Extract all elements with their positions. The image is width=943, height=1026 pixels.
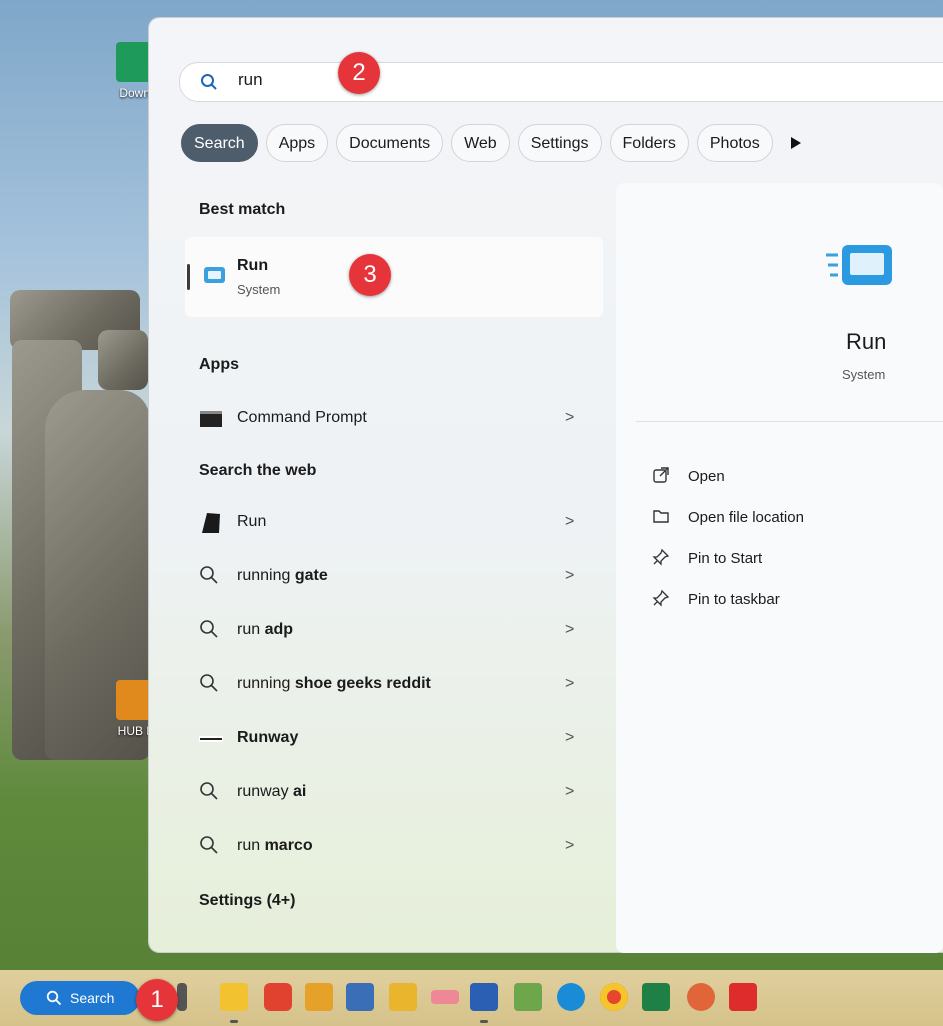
edge-icon[interactable] xyxy=(557,983,585,1011)
chip-folders[interactable]: Folders xyxy=(609,124,689,162)
word-icon[interactable] xyxy=(470,983,498,1011)
chip-apps[interactable]: Apps xyxy=(265,124,329,162)
chevron-right-icon: > xyxy=(565,513,575,530)
keyboard-app-icon[interactable] xyxy=(431,990,459,1004)
play-arrow-icon xyxy=(790,137,801,149)
search-icon xyxy=(199,781,223,805)
task-view-icon[interactable] xyxy=(177,983,187,1011)
detail-pane: Run System Open Open file location Pin t… xyxy=(616,183,943,953)
search-web-heading: Search the web xyxy=(199,462,317,479)
detail-subtitle: System xyxy=(842,367,886,382)
chevron-right-icon: > xyxy=(565,783,575,800)
stone-top xyxy=(98,330,148,390)
settings-heading[interactable]: Settings (4+) xyxy=(199,892,295,910)
red-app-icon[interactable] xyxy=(729,983,757,1011)
step-badge-2: 2 xyxy=(338,52,380,94)
chip-search[interactable]: Search xyxy=(181,124,258,162)
apps-heading: Apps xyxy=(199,356,239,373)
action-label: Open xyxy=(688,468,725,485)
detail-title: Run xyxy=(846,329,887,354)
chevron-right-icon: > xyxy=(565,675,575,692)
chevron-right-icon: > xyxy=(565,621,575,638)
search-icon xyxy=(199,673,223,697)
chip-web[interactable]: Web xyxy=(451,124,510,162)
run-app-icon xyxy=(201,265,227,292)
step-badge-3: 3 xyxy=(349,254,391,296)
library-app-icon[interactable] xyxy=(346,983,374,1011)
web-item-label: Runway xyxy=(237,729,299,746)
folder-icon xyxy=(652,507,670,529)
run-large-icon xyxy=(826,241,898,296)
search-icon xyxy=(46,990,62,1011)
file-explorer-icon[interactable] xyxy=(220,983,248,1011)
open-external-icon xyxy=(652,466,670,488)
desktop-icon-label: Downl xyxy=(119,86,153,100)
best-match-heading: Best match xyxy=(199,201,286,218)
action-label: Open file location xyxy=(688,509,804,526)
filter-chips: Search Apps Documents Web Settings Folde… xyxy=(181,124,811,162)
excel-icon[interactable] xyxy=(642,983,670,1011)
web-item-run-marco[interactable]: run marco > xyxy=(185,825,605,869)
chrome-icon[interactable] xyxy=(600,983,628,1011)
best-match-title: Run xyxy=(237,257,269,274)
chip-settings[interactable]: Settings xyxy=(517,124,602,162)
chip-documents[interactable]: Documents xyxy=(336,124,444,162)
key-app-icon[interactable] xyxy=(305,983,333,1011)
web-item-label: running gate xyxy=(237,567,328,584)
list-item-command-prompt[interactable]: Command Prompt > xyxy=(185,397,605,441)
chevron-right-icon: > xyxy=(565,409,575,426)
editor-app-icon[interactable] xyxy=(514,983,542,1011)
pin-icon xyxy=(652,589,670,611)
list-item-label: Command Prompt xyxy=(237,409,367,426)
search-panel: Search Apps Documents Web Settings Folde… xyxy=(149,18,943,953)
web-item-run-adp[interactable]: run adp > xyxy=(185,609,605,653)
search-icon xyxy=(200,73,218,96)
chevron-right-icon: > xyxy=(565,729,575,746)
web-item-running-shoe-geeks[interactable]: running shoe geeks reddit > xyxy=(185,663,605,707)
tools-app-icon[interactable] xyxy=(389,983,417,1011)
action-label: Pin to Start xyxy=(688,550,763,567)
web-item-running-gate[interactable]: running gate > xyxy=(185,555,605,599)
web-item-label: run adp xyxy=(237,621,294,638)
step-badge-1: 1 xyxy=(136,979,178,1021)
search-icon xyxy=(199,565,223,589)
chevron-right-icon: > xyxy=(565,567,575,584)
power-app-icon[interactable] xyxy=(264,983,292,1011)
chevron-right-icon: > xyxy=(565,837,575,854)
web-item-label: Run xyxy=(237,513,267,530)
search-icon xyxy=(199,835,223,859)
web-item-label: run marco xyxy=(237,837,313,854)
web-item-runway-ai[interactable]: runway ai > xyxy=(185,771,605,815)
web-item-run[interactable]: Run > xyxy=(185,501,605,545)
pin-icon xyxy=(652,548,670,570)
taskbar-search-label: Search xyxy=(70,990,115,1006)
search-icon xyxy=(199,619,223,643)
web-thumbnail-icon xyxy=(199,511,223,535)
more-filters-button[interactable] xyxy=(781,124,811,162)
best-match-item[interactable]: Run System xyxy=(185,237,603,317)
selection-indicator xyxy=(187,264,190,290)
best-match-subtitle: System xyxy=(237,282,281,297)
web-item-runway[interactable]: Runway > xyxy=(185,717,605,761)
command-prompt-icon xyxy=(199,407,223,431)
web-item-label: running shoe geeks reddit xyxy=(237,675,431,692)
runway-logo-icon xyxy=(199,727,223,751)
search-input[interactable] xyxy=(236,69,840,91)
firefox-icon[interactable] xyxy=(687,983,715,1011)
taskbar-search-button[interactable]: Search xyxy=(20,981,140,1015)
running-indicator xyxy=(480,1020,488,1023)
running-indicator xyxy=(230,1020,238,1023)
web-item-label: runway ai xyxy=(237,783,307,800)
chip-photos[interactable]: Photos xyxy=(696,124,773,162)
search-box[interactable] xyxy=(179,62,943,102)
action-label: Pin to taskbar xyxy=(688,591,780,608)
divider xyxy=(636,421,943,422)
